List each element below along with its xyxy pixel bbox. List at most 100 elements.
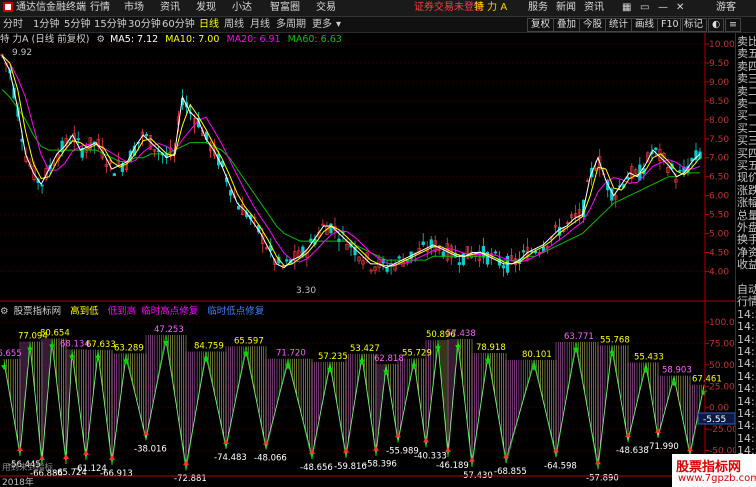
low-value-label: -46.189 — [436, 461, 469, 471]
low-value-label: -58.396 — [364, 460, 397, 470]
candle-body — [329, 223, 333, 234]
candle-body — [40, 184, 44, 187]
bottom-left-label: 用到来到指标 — [2, 462, 54, 473]
quote-field-label[interactable]: 买一 — [737, 109, 756, 122]
quote-field-label[interactable]: 换手 — [737, 233, 756, 246]
up-arrow-icon — [183, 460, 189, 466]
quote-field-label[interactable]: 买三 — [737, 134, 756, 147]
quote-field-label[interactable]: 14:5 — [737, 432, 756, 445]
high-value-label: 62.818 — [374, 354, 404, 364]
high-value-label: 55.729 — [402, 349, 432, 359]
quote-field-label[interactable]: 14:5 — [737, 370, 756, 383]
quote-field-label[interactable]: 行情 — [737, 295, 756, 308]
ind-y-label: 50.00 — [709, 361, 735, 371]
candle-body — [397, 256, 401, 259]
high-value-label: 57.438 — [446, 329, 476, 339]
chart-canvas[interactable]: 9.92 3.30 56.655-56.44577.094-66.88680.6… — [0, 0, 735, 487]
low-value-label: -57.890 — [586, 473, 619, 483]
low-value-label: -40.333 — [414, 451, 447, 461]
quote-field-label[interactable]: 14:5 — [737, 345, 756, 358]
candle-body — [493, 251, 498, 254]
candle-body — [457, 262, 461, 265]
quote-field-label[interactable]: 买二 — [737, 122, 756, 135]
candle-body — [501, 265, 506, 269]
candle-body — [144, 134, 149, 137]
main-y-label: 5.00 — [709, 230, 729, 240]
quote-field-label[interactable]: 买五 — [737, 159, 756, 172]
quote-field-label[interactable]: 总量 — [737, 209, 756, 222]
quote-field-label[interactable]: 自动 — [737, 283, 756, 296]
low-value-label: -48.638 — [616, 446, 649, 456]
ind-y-label: 100.00 — [709, 318, 735, 328]
candle-body — [237, 205, 241, 210]
quote-field-label[interactable]: 14:5 — [737, 320, 756, 333]
high-value-label: 71.720 — [276, 349, 306, 359]
indicator-labels: 56.655-56.44577.094-66.88680.654-65.7246… — [0, 325, 722, 484]
main-y-label: 4.50 — [709, 249, 729, 259]
high-value-label: 53.427 — [350, 344, 380, 354]
low-value-label: -38.016 — [134, 444, 167, 454]
up-arrow-icon — [469, 456, 475, 462]
quote-field-label[interactable]: 卖三 — [737, 72, 756, 85]
main-y-label: 7.50 — [709, 135, 729, 145]
high-value-label: 65.597 — [234, 336, 264, 346]
quote-field-label[interactable]: 14:5 — [737, 308, 756, 321]
up-arrow-icon — [63, 454, 69, 460]
main-y-label: 5.50 — [709, 211, 729, 221]
up-arrow-icon — [595, 459, 601, 465]
main-y-label: 8.00 — [709, 116, 729, 126]
quote-field-label[interactable]: 14:5 — [737, 419, 756, 432]
up-arrow-icon — [423, 437, 429, 443]
high-value-label: 63.289 — [114, 343, 144, 353]
quote-field-label[interactable]: 外盘 — [737, 221, 756, 234]
candle-body — [678, 170, 682, 172]
main-y-label: 7.00 — [709, 154, 729, 164]
up-arrow-icon — [109, 455, 115, 461]
up-arrow-icon — [17, 446, 23, 452]
quote-side-panel: 卖比 卖五 卖四 卖三 卖二 卖一 买一 买二 买三 买四 买五 现价 涨跌 涨幅 总量 外盘 换手 净资 收益自动… — [735, 33, 756, 476]
low-value-label: -59.816 — [334, 462, 367, 472]
low-price-label: 3.30 — [296, 286, 316, 296]
quote-field-label[interactable]: 净资 — [737, 246, 756, 259]
quote-field-label[interactable]: 14:5 — [737, 357, 756, 370]
high-value-label: 58.903 — [662, 366, 692, 376]
main-y-label: 6.50 — [709, 173, 729, 183]
quote-field-label[interactable]: 涨幅 — [737, 196, 756, 209]
quote-field-label[interactable]: 卖一 — [737, 97, 756, 110]
candle-body — [385, 267, 389, 272]
ind-y-label: -25.00 — [709, 425, 735, 435]
quote-field-label[interactable]: 14:5 — [737, 382, 756, 395]
watermark-url: www.7gpzb.com — [678, 473, 756, 484]
high-value-label: 47.253 — [154, 325, 184, 335]
low-value-label: -64.598 — [544, 461, 577, 471]
main-y-label: 8.50 — [709, 97, 729, 107]
quote-field-label[interactable]: 买四 — [737, 147, 756, 160]
main-y-label: 10.00 — [709, 40, 735, 50]
up-arrow-icon — [445, 446, 451, 452]
quote-field-label[interactable]: 收益 — [737, 258, 756, 271]
quote-field-label[interactable]: 现价 — [737, 171, 756, 184]
candle-body — [76, 138, 80, 141]
quote-field-label[interactable]: 14:5 — [737, 333, 756, 346]
high-value-label: 67.633 — [86, 340, 116, 350]
quote-field-label[interactable]: 涨跌 — [737, 184, 756, 197]
quote-field-label[interactable]: 14:5 — [737, 395, 756, 408]
quote-field-label[interactable]: 卖四 — [737, 60, 756, 73]
quote-field-label[interactable]: 卖比 — [737, 35, 756, 48]
ind-y-label: 0.00 — [709, 404, 729, 414]
up-arrow-icon — [373, 445, 379, 451]
low-value-label: -48.656 — [300, 463, 333, 473]
high-value-label: 55.768 — [600, 335, 630, 345]
quote-field-label[interactable]: 卖五 — [737, 47, 756, 60]
ma-lines — [1, 55, 701, 269]
low-value-label: -66.913 — [100, 469, 133, 479]
low-value-label: -48.066 — [254, 453, 287, 463]
ma5-line — [1, 55, 701, 269]
high-value-label: 80.654 — [40, 329, 70, 339]
main-y-label: 9.00 — [709, 78, 729, 88]
quote-field-label[interactable]: 卖二 — [737, 85, 756, 98]
indicator-y-axis: 100.0075.0050.0025.000.00-25.00-50.00 — [705, 318, 735, 457]
candle-body — [229, 189, 233, 196]
high-value-label: 78.918 — [476, 343, 506, 353]
quote-field-label[interactable]: 14:5 — [737, 407, 756, 420]
